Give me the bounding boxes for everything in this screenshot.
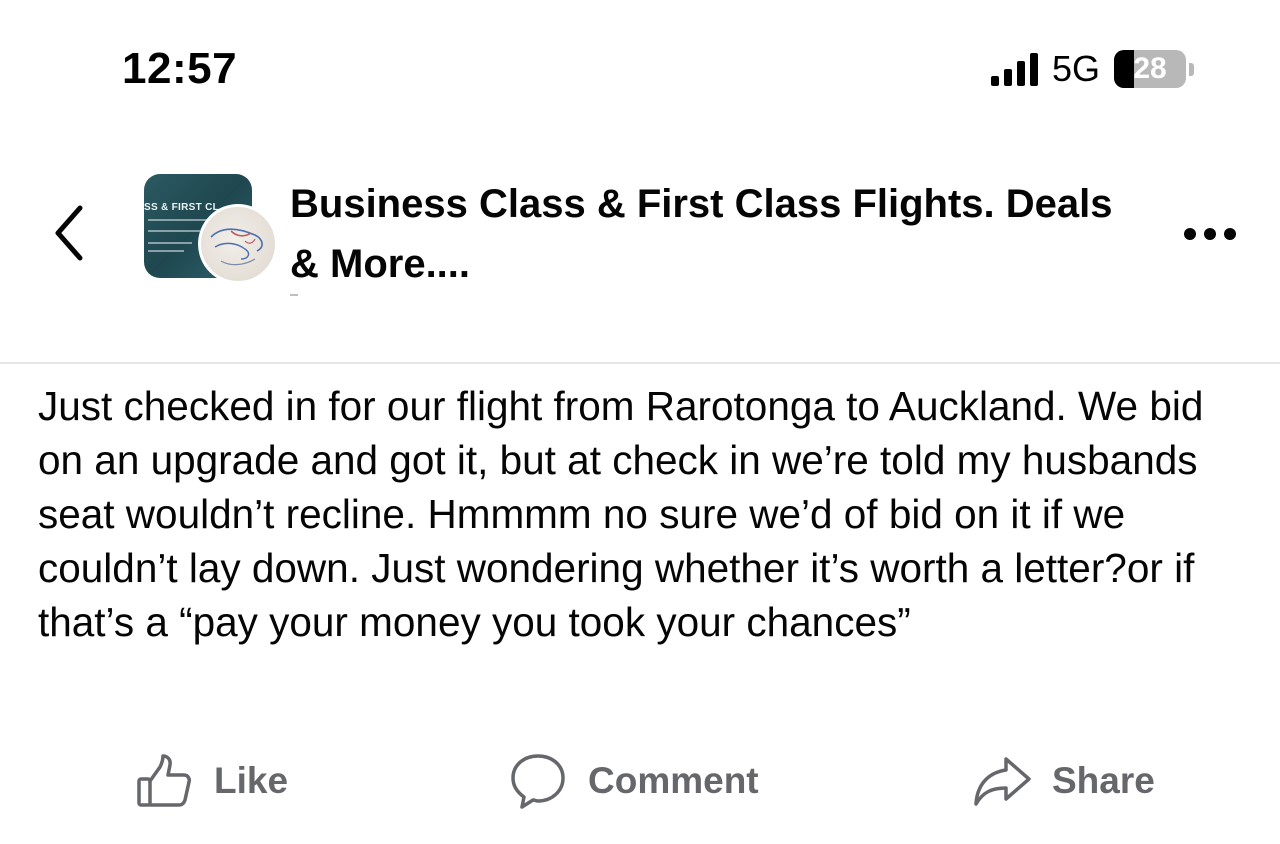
thumbs-up-icon <box>137 754 191 807</box>
post-actions-bar: Like Comment Share <box>0 746 1280 816</box>
share-button[interactable]: Share <box>972 746 1155 816</box>
share-label: Share <box>1052 760 1155 801</box>
post-text: Just checked in for our flight from Raro… <box>38 383 1204 645</box>
avatar-sketch-image <box>210 228 263 266</box>
group-title[interactable]: Business Class & First Class Flights. De… <box>290 174 1150 294</box>
like-button[interactable]: Like <box>134 746 288 816</box>
battery-nub <box>1189 62 1194 76</box>
battery-fill <box>1114 50 1135 88</box>
back-button[interactable] <box>48 200 92 266</box>
battery-icon: 28 <box>1114 50 1186 88</box>
status-time: 12:57 <box>122 44 238 93</box>
header-divider <box>0 362 1280 364</box>
share-arrow-icon <box>974 757 1031 806</box>
cellular-signal-icon <box>990 52 1038 86</box>
more-horizontal-icon <box>1184 228 1196 240</box>
more-options-button[interactable] <box>1180 224 1240 244</box>
user-avatar[interactable] <box>198 204 278 284</box>
subtitle-fragment <box>290 294 298 296</box>
like-label: Like <box>214 760 289 801</box>
battery-percentage: 28 <box>1133 52 1167 85</box>
comment-button[interactable]: Comment <box>508 746 759 816</box>
chevron-left-icon <box>55 205 83 261</box>
comment-bubble-icon <box>511 754 565 809</box>
network-type: 5G <box>1051 48 1100 89</box>
comment-label: Comment <box>588 760 759 801</box>
status-indicators: 5G 28 <box>990 48 1194 90</box>
